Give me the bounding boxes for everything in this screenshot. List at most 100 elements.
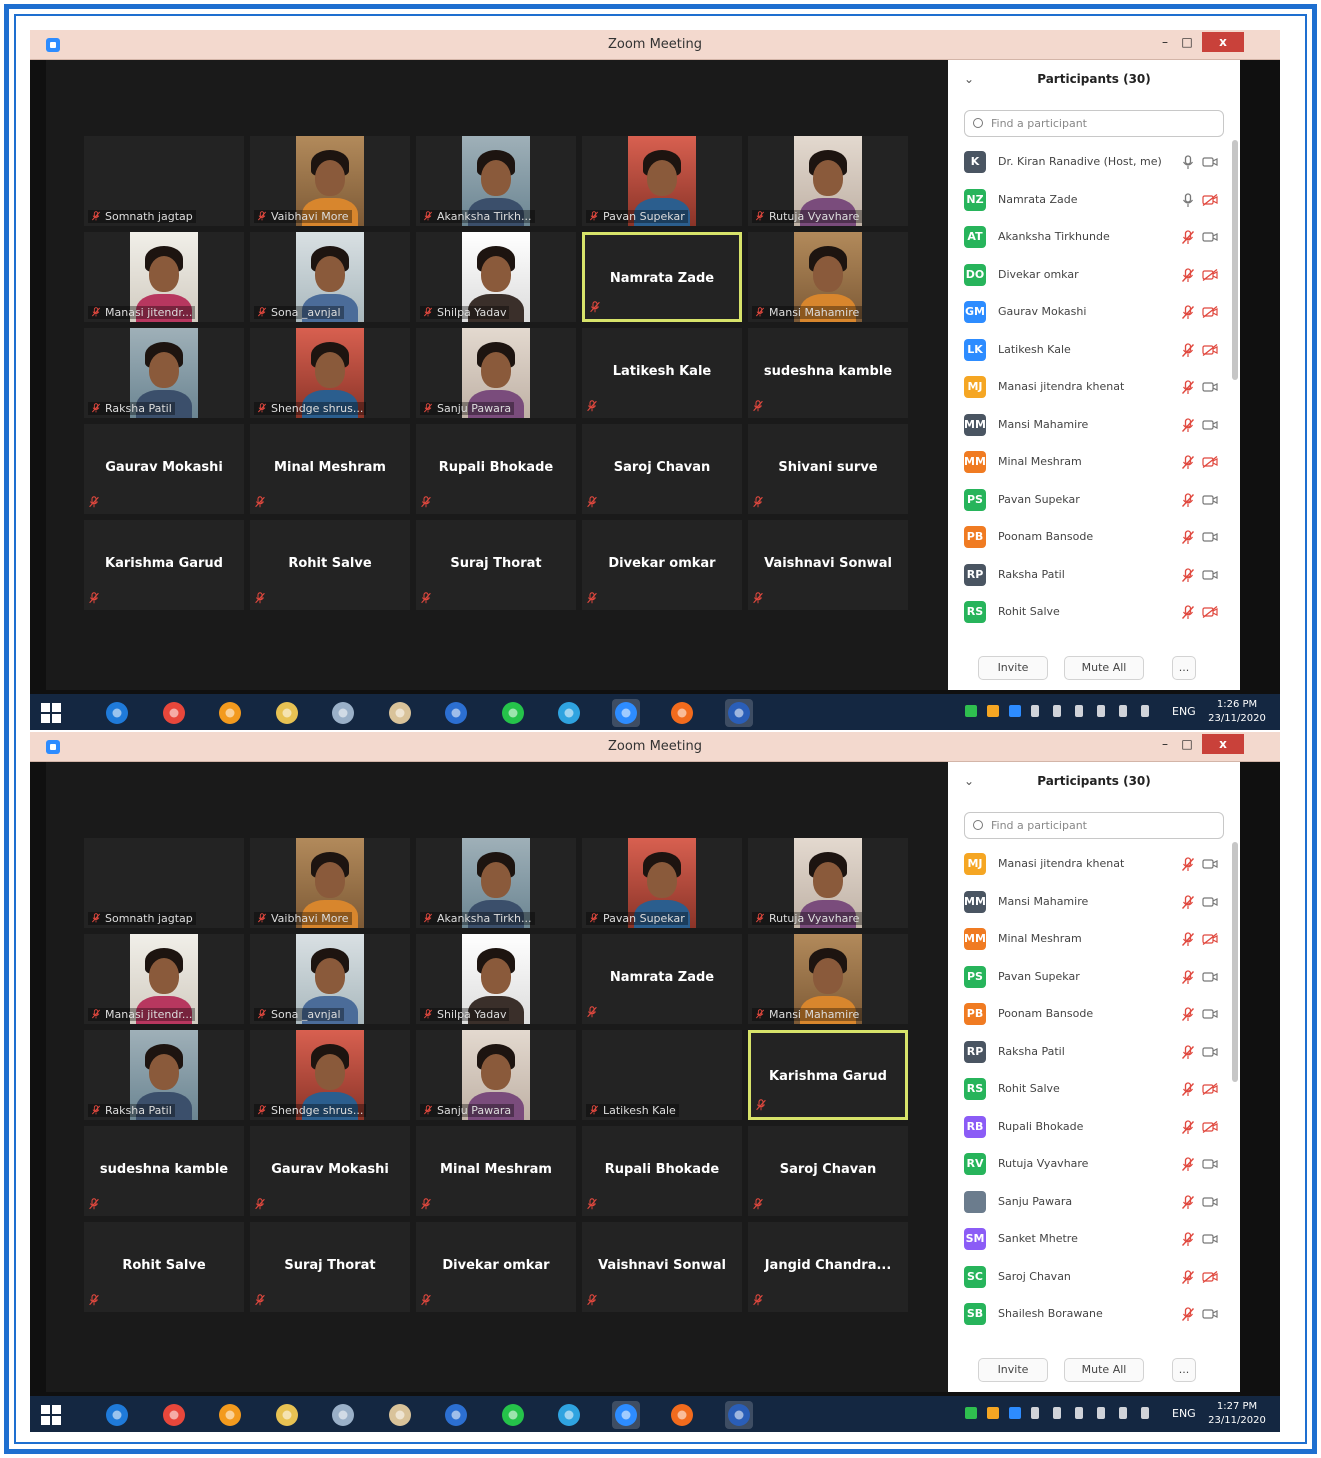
antivirus-tray-icon[interactable] — [987, 1407, 999, 1419]
video-tile[interactable]: Manasi jitendr... — [84, 232, 244, 322]
find-participant-input[interactable]: Find a participant — [964, 812, 1224, 839]
close-button[interactable]: x — [1202, 734, 1244, 754]
video-tile[interactable]: Karishma Garud — [84, 520, 244, 610]
video-tile[interactable]: Pavan Supekar — [582, 136, 742, 226]
zoom-tray-icon[interactable] — [1009, 705, 1021, 717]
participant-row[interactable]: PB Poonam Bansode — [948, 996, 1240, 1033]
more-options-button[interactable]: ... — [1172, 1358, 1196, 1382]
video-tile[interactable]: Rupali Bhokade — [582, 1126, 742, 1216]
invite-button[interactable]: Invite — [978, 1358, 1048, 1382]
qr-tray-icon[interactable] — [965, 705, 977, 717]
video-tile[interactable]: Rupali Bhokade — [416, 424, 576, 514]
video-tile[interactable]: Namrata Zade — [582, 934, 742, 1024]
video-tile[interactable]: Gaurav Mokashi — [84, 424, 244, 514]
video-tile[interactable]: Vaishnavi Sonwal — [748, 520, 908, 610]
input-language[interactable]: ENG — [1172, 705, 1196, 718]
video-tile[interactable]: Sanju Pawara — [416, 328, 576, 418]
participant-row[interactable]: MJ Manasi jitendra khenat — [948, 369, 1240, 406]
bluetooth-icon[interactable] — [1031, 1407, 1039, 1419]
participant-row[interactable]: SC Saroj Chavan — [948, 1259, 1240, 1296]
video-tile[interactable]: Rohit Salve — [250, 520, 410, 610]
video-tile[interactable]: Saroj Chavan — [748, 1126, 908, 1216]
video-tile[interactable]: Somnath jagtap — [84, 136, 244, 226]
telegram-icon[interactable] — [555, 699, 583, 727]
video-tile[interactable]: Sona _avnjal — [250, 232, 410, 322]
video-tile[interactable]: Vaibhavi More — [250, 136, 410, 226]
video-tile[interactable]: Suraj Thorat — [416, 520, 576, 610]
calculator-icon[interactable] — [329, 1401, 357, 1429]
maximize-button[interactable]: □ — [1173, 734, 1201, 754]
video-tile[interactable]: Karishma Garud — [748, 1030, 908, 1120]
video-tile[interactable]: Shendge shrus... — [250, 1030, 410, 1120]
participant-row[interactable]: MM Minal Meshram — [948, 921, 1240, 958]
whatsapp-icon[interactable] — [499, 1401, 527, 1429]
video-tile[interactable]: Shilpa Yadav — [416, 934, 576, 1024]
input-language[interactable]: ENG — [1172, 1407, 1196, 1420]
video-tile[interactable]: Shivani surve — [748, 424, 908, 514]
participant-row[interactable]: MM Mansi Mahamire — [948, 407, 1240, 444]
video-tile[interactable]: Somnath jagtap — [84, 838, 244, 928]
participants-scrollbar[interactable] — [1232, 842, 1238, 1082]
participant-row[interactable]: PS Pavan Supekar — [948, 482, 1240, 519]
photoshop-icon[interactable] — [442, 699, 470, 727]
video-tile[interactable]: Namrata Zade — [582, 232, 742, 322]
video-tile[interactable]: Vaibhavi More — [250, 838, 410, 928]
speaker-icon[interactable] — [1075, 1407, 1083, 1419]
media-player-icon[interactable] — [216, 699, 244, 727]
chrome-icon[interactable] — [160, 1401, 188, 1429]
paint-icon[interactable] — [386, 1401, 414, 1429]
video-tile[interactable]: Shendge shrus... — [250, 328, 410, 418]
firefox-icon[interactable] — [668, 1401, 696, 1429]
clock[interactable]: 1:27 PM 23/11/2020 — [1206, 1400, 1268, 1428]
participant-row[interactable]: RV Rutuja Vyavhare — [948, 1146, 1240, 1183]
flag-icon[interactable] — [1097, 1407, 1105, 1419]
video-tile[interactable]: Pavan Supekar — [582, 838, 742, 928]
participant-row[interactable]: SM Sanket Mhetre — [948, 1221, 1240, 1258]
flag-icon[interactable] — [1097, 705, 1105, 717]
participant-row[interactable]: RS Rohit Salve — [948, 1071, 1240, 1108]
participants-scrollbar[interactable] — [1232, 140, 1238, 380]
find-participant-input[interactable]: Find a participant — [964, 110, 1224, 137]
participant-row[interactable]: MJ Manasi jitendra khenat — [948, 846, 1240, 883]
video-tile[interactable]: Mansi Mahamire — [748, 934, 908, 1024]
mute-all-button[interactable]: Mute All — [1064, 656, 1144, 680]
video-tile[interactable]: Latikesh Kale — [582, 1030, 742, 1120]
participant-row[interactable]: MM Minal Meshram — [948, 444, 1240, 481]
more-options-button[interactable]: ... — [1172, 656, 1196, 680]
participant-row[interactable]: RS Rohit Salve — [948, 594, 1240, 631]
participant-row[interactable]: PB Poonam Bansode — [948, 519, 1240, 556]
zoom-tray-icon[interactable] — [1009, 1407, 1021, 1419]
participant-row[interactable]: AT Akanksha Tirkhunde — [948, 219, 1240, 256]
video-tile[interactable]: sudeshna kamble — [84, 1126, 244, 1216]
volume-icon[interactable] — [1141, 705, 1149, 717]
video-tile[interactable]: Raksha Patil — [84, 328, 244, 418]
video-tile[interactable]: Saroj Chavan — [582, 424, 742, 514]
invite-button[interactable]: Invite — [978, 656, 1048, 680]
zoom-icon[interactable] — [611, 1401, 640, 1429]
participant-row[interactable]: GM Gaurav Mokashi — [948, 294, 1240, 331]
internet-explorer-icon[interactable] — [103, 699, 131, 727]
paint-icon[interactable] — [386, 699, 414, 727]
video-tile[interactable]: Minal Meshram — [250, 424, 410, 514]
participant-row[interactable]: Sanju Pawara — [948, 1184, 1240, 1221]
clock[interactable]: 1:26 PM 23/11/2020 — [1206, 698, 1268, 726]
speaker-icon[interactable] — [1075, 705, 1083, 717]
video-tile[interactable]: Akanksha Tirkh... — [416, 136, 576, 226]
telegram-icon[interactable] — [555, 1401, 583, 1429]
video-tile[interactable]: Vaishnavi Sonwal — [582, 1222, 742, 1312]
video-tile[interactable]: Rohit Salve — [84, 1222, 244, 1312]
video-tile[interactable]: Minal Meshram — [416, 1126, 576, 1216]
bluetooth-icon[interactable] — [1031, 705, 1039, 717]
windows-start-icon[interactable] — [40, 702, 62, 724]
video-tile[interactable]: Sona _avnjal — [250, 934, 410, 1024]
close-button[interactable]: x — [1202, 32, 1244, 52]
participant-row[interactable]: SB Shailesh Borawane — [948, 1296, 1240, 1333]
video-tile[interactable]: Raksha Patil — [84, 1030, 244, 1120]
video-tile[interactable]: Shilpa Yadav — [416, 232, 576, 322]
mute-all-button[interactable]: Mute All — [1064, 1358, 1144, 1382]
participant-row[interactable]: NZ Namrata Zade — [948, 182, 1240, 219]
qr-tray-icon[interactable] — [965, 1407, 977, 1419]
participant-row[interactable]: K Dr. Kiran Ranadive (Host, me) — [948, 144, 1240, 181]
internet-explorer-icon[interactable] — [103, 1401, 131, 1429]
participant-row[interactable]: RP Raksha Patil — [948, 1034, 1240, 1071]
